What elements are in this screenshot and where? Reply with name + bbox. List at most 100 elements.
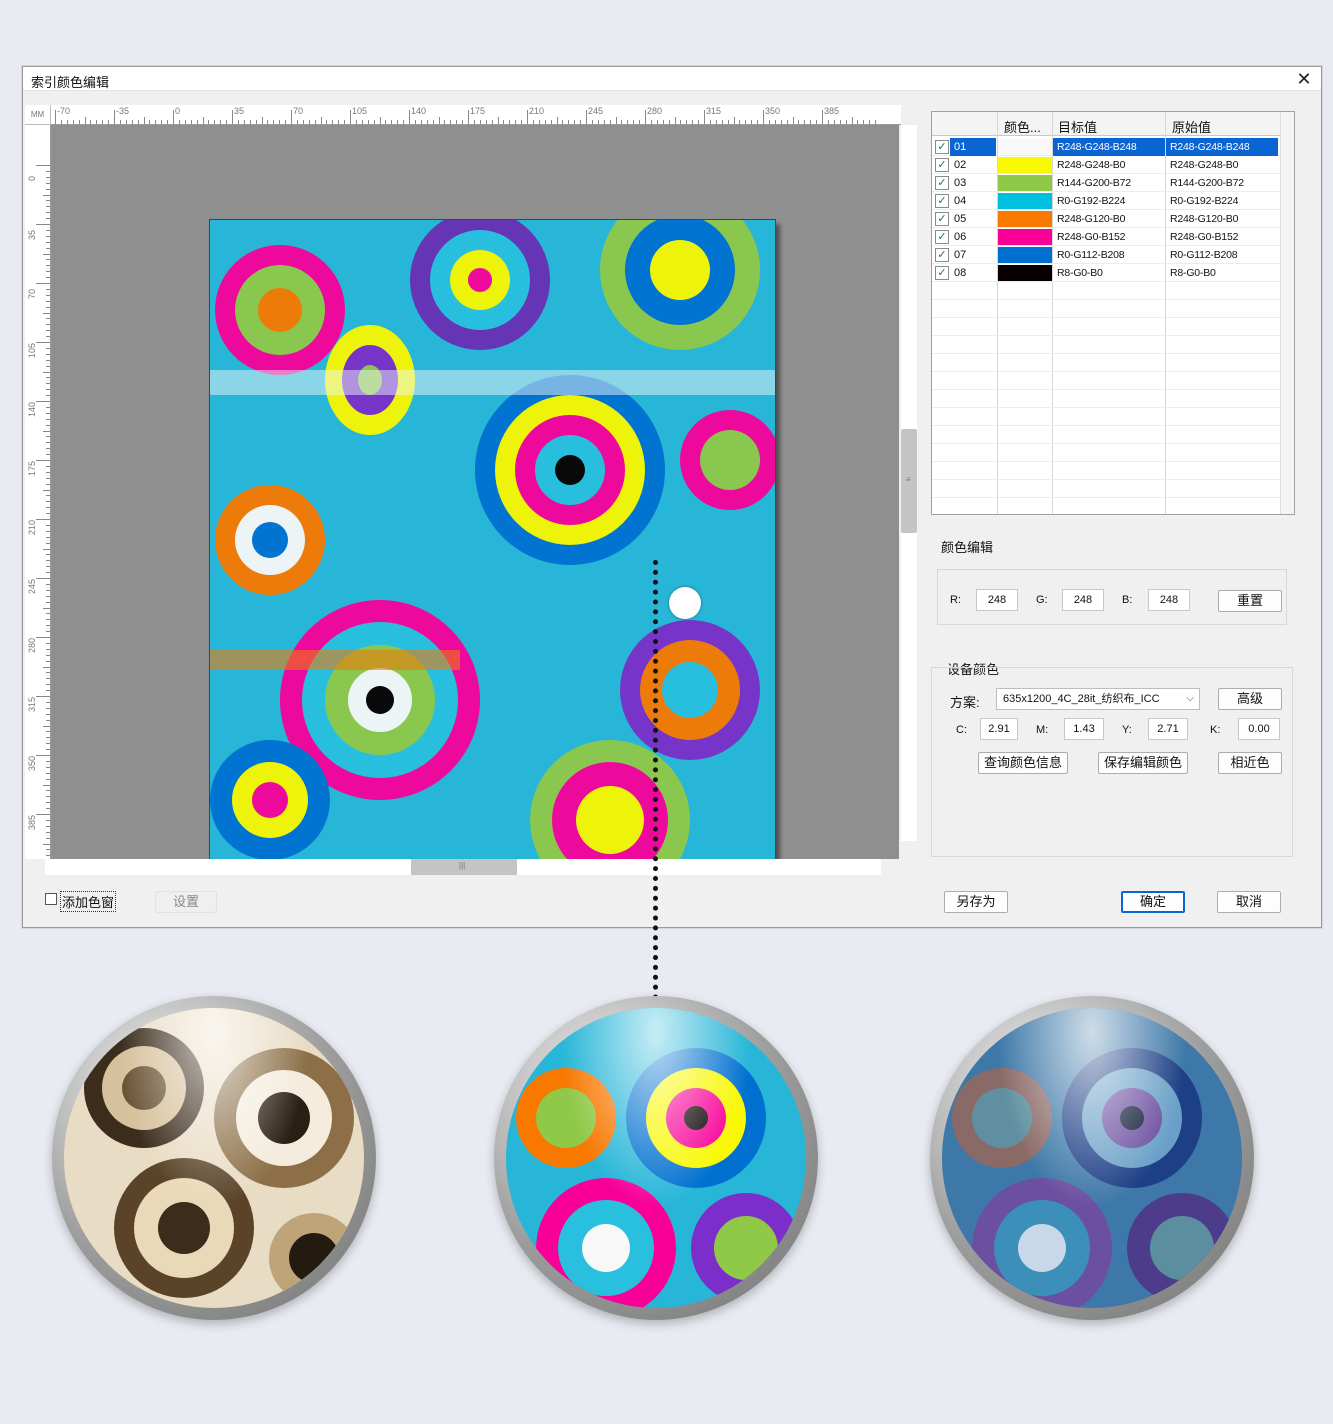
table-row[interactable]: ✓ 02 R248-G248-B0 R248-G248-B0 (932, 156, 1280, 174)
table-row[interactable]: ✓ 01 R248-G248-B248 R248-G248-B248 (932, 138, 1280, 156)
close-icon[interactable]: ✕ (1293, 69, 1315, 89)
row-target-value: R8-G0-B0 (1057, 267, 1103, 279)
vertical-scrollbar[interactable]: ≡ (901, 429, 917, 533)
query-color-info-button[interactable]: 查询颜色信息 (978, 752, 1068, 774)
add-swatch-checkbox[interactable] (45, 893, 57, 905)
index-color-table[interactable]: 颜色... 目标值 原始值 ✓ 01 R248-G248-B248 R248-G248… (931, 111, 1295, 515)
row-original-value: R248-G120-B0 (1170, 213, 1239, 225)
row-color-swatch (998, 265, 1052, 281)
reset-button[interactable]: 重置 (1218, 590, 1282, 612)
y-field[interactable]: 2.71 (1148, 718, 1188, 740)
advanced-button[interactable]: 高级 (1218, 688, 1282, 710)
ruler-top: -70 -35 0 35 70 105 140 175 210 245 280 315 350 385 (51, 105, 901, 125)
header-color[interactable]: 颜色... (1004, 117, 1041, 136)
ok-button[interactable]: 确定 (1121, 891, 1185, 913)
row-checkbox[interactable]: ✓ (935, 194, 949, 208)
row-index: 02 (954, 159, 967, 171)
row-checkbox[interactable]: ✓ (935, 212, 949, 226)
table-row[interactable]: ✓ 07 R0-G112-B208 R0-G112-B208 (932, 246, 1280, 264)
m-field[interactable]: 1.43 (1064, 718, 1104, 740)
table-row[interactable]: ✓ 03 R144-G200-B72 R144-G200-B72 (932, 174, 1280, 192)
g-field[interactable]: 248 (1062, 589, 1104, 611)
ruler-top-tick-label: 315 (706, 106, 722, 116)
row-original-value: R248-G248-B248 (1166, 138, 1278, 156)
device-color-group: 方案: 635x1200_4C_28it_纺织布_ICC ⌵ 高级 C: 2.9… (931, 667, 1293, 857)
sepia-paisley-image (64, 1008, 364, 1308)
lens-sepia-preview (52, 996, 376, 1320)
save-edited-color-button[interactable]: 保存编辑颜色 (1098, 752, 1188, 774)
color-picker-marker[interactable] (669, 587, 701, 619)
table-header: 颜色... 目标值 原始值 (932, 112, 1294, 136)
lens-original-preview (494, 996, 818, 1320)
color-edit-title: 颜色编辑 (939, 537, 996, 556)
row-color-swatch (998, 175, 1052, 191)
ruler-unit: MM (25, 105, 51, 125)
c-label: C: (956, 724, 967, 736)
c-field[interactable]: 2.91 (980, 718, 1018, 740)
k-field[interactable]: 0.00 (1238, 718, 1280, 740)
empty-row (932, 336, 1280, 354)
row-color-swatch (998, 139, 1052, 155)
ruler-top-tick-label: 385 (824, 106, 840, 116)
g-label: G: (1036, 594, 1048, 606)
ruler-top-tick-label: 140 (411, 106, 427, 116)
empty-row (932, 480, 1280, 498)
empty-row (932, 318, 1280, 336)
color-edit-group: R: 248 G: 248 B: 248 重置 (937, 569, 1287, 625)
header-original[interactable]: 原始值 (1172, 117, 1211, 136)
row-checkbox[interactable]: ✓ (935, 176, 949, 190)
row-checkbox[interactable]: ✓ (935, 230, 949, 244)
table-row[interactable]: ✓ 06 R248-G0-B152 R248-G0-B152 (932, 228, 1280, 246)
b-field[interactable]: 248 (1148, 589, 1190, 611)
r-field[interactable]: 248 (976, 589, 1018, 611)
chevron-down-icon: ⌵ (1186, 693, 1194, 704)
header-target[interactable]: 目标值 (1058, 117, 1097, 136)
table-row[interactable]: ✓ 05 R248-G120-B0 R248-G120-B0 (932, 210, 1280, 228)
ruler-top-tick-label: 0 (175, 106, 181, 116)
row-target-value: R248-G120-B0 (1057, 213, 1126, 225)
save-as-button[interactable]: 另存为 (944, 891, 1008, 913)
ruler-top-tick-label: 175 (470, 106, 486, 116)
ruler-top-tick-label: 280 (647, 106, 663, 116)
r-label: R: (950, 594, 961, 606)
table-row[interactable]: ✓ 08 R8-G0-B0 R8-G0-B0 (932, 264, 1280, 282)
table-row[interactable]: ✓ 04 R0-G192-B224 R0-G192-B224 (932, 192, 1280, 210)
canvas-workspace[interactable] (51, 125, 899, 863)
ruler-top-tick-label: 70 (293, 106, 304, 116)
row-checkbox[interactable]: ✓ (935, 140, 949, 154)
ruler-left-tick-label: 35 (27, 229, 37, 240)
row-target-value: R248-G0-B152 (1057, 231, 1126, 243)
ruler-left-tick-label: 140 (27, 401, 37, 417)
ruler-left-tick-label: 245 (27, 578, 37, 594)
cancel-button[interactable]: 取消 (1217, 891, 1281, 913)
row-index: 05 (954, 213, 967, 225)
row-original-value: R248-G0-B152 (1170, 231, 1239, 243)
ruler-top-tick-label: 350 (765, 106, 781, 116)
ruler-left-tick-label: 315 (27, 696, 37, 712)
paisley-artwork-preview[interactable] (209, 219, 776, 863)
row-checkbox[interactable]: ✓ (935, 266, 949, 280)
ruler-left-tick-label: 175 (27, 460, 37, 476)
row-original-value: R0-G112-B208 (1170, 249, 1238, 261)
row-original-value: R248-G248-B0 (1170, 159, 1239, 171)
lens-blue-preview (930, 996, 1254, 1320)
add-swatch-label[interactable]: 添加色窗 (60, 891, 117, 912)
m-label: M: (1036, 724, 1049, 736)
settings-button[interactable]: 设置 (155, 891, 217, 913)
scheme-select[interactable]: 635x1200_4C_28it_纺织布_ICC ⌵ (996, 688, 1200, 710)
similar-color-button[interactable]: 相近色 (1218, 752, 1282, 774)
row-target-value: R144-G200-B72 (1057, 177, 1131, 189)
index-color-edit-dialog: 索引颜色编辑 ✕ MM -70 -35 0 35 70 105 140 175 210 245 28… (22, 66, 1322, 928)
table-scrollbar[interactable] (1280, 112, 1294, 514)
row-index: 06 (954, 231, 967, 243)
ruler-top-tick-label: -35 (116, 106, 130, 116)
ruler-left-tick-label: 0 (27, 175, 37, 181)
row-index: 04 (954, 195, 967, 207)
row-checkbox[interactable]: ✓ (935, 248, 949, 262)
horizontal-scrollbar[interactable]: ||| (411, 859, 517, 875)
ruler-top-tick-label: 105 (352, 106, 368, 116)
row-checkbox[interactable]: ✓ (935, 158, 949, 172)
ruler-left: 0 35 70 105 140 175 210 245 280 315 350 385 (25, 125, 51, 859)
ruler-top-tick-label: 245 (588, 106, 604, 116)
row-original-value: R8-G0-B0 (1170, 267, 1216, 279)
